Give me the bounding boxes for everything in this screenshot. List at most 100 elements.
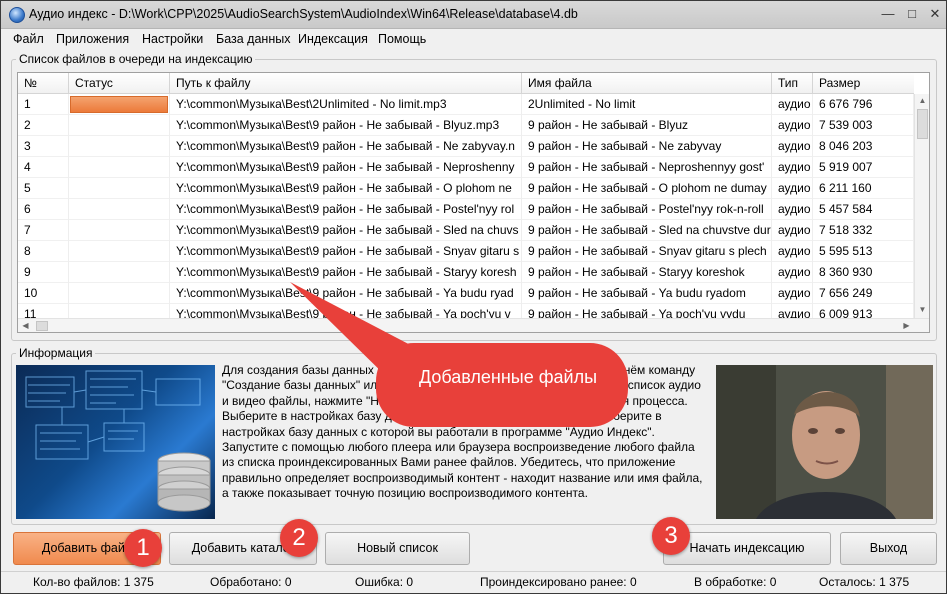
scroll-left-icon[interactable]: ◀ (18, 319, 33, 332)
cell-size: 5 919 007 (813, 157, 914, 178)
in-processing-status: В обработке: 0 (694, 575, 777, 589)
menu-help[interactable]: Помощь (378, 32, 426, 46)
table-row[interactable]: 1 Y:\common\Музыка\Best\2Unlimited - No l… (18, 94, 914, 115)
menu-settings[interactable]: Настройки (142, 32, 203, 46)
menu-bar: Файл Приложения Настройки База данных Ин… (1, 29, 946, 49)
cell-size: 8 360 930 (813, 262, 914, 283)
database-illustration (16, 365, 215, 519)
cell-type: аудио (772, 220, 813, 241)
cell-size: 7 539 003 (813, 115, 914, 136)
callout-text: Добавленные файлы (418, 367, 598, 387)
cell-path: Y:\common\Музыка\Best\9 район - Не забыв… (170, 283, 522, 304)
menu-indexing[interactable]: Индексация (298, 32, 368, 46)
cell-size: 6 211 160 (813, 178, 914, 199)
cell-number: 1 (18, 94, 69, 115)
app-window: Аудио индекс - D:\Work\CPP\2025\AudioSea… (0, 0, 947, 594)
cell-type: аудио (772, 262, 813, 283)
minimize-button[interactable]: — (877, 5, 899, 24)
table-row[interactable]: 7 Y:\common\Музыка\Best\9 район - Не забы… (18, 220, 914, 241)
table-header: № Статус Путь к файлу Имя файла Тип Разм… (18, 73, 914, 94)
cell-status (69, 136, 170, 157)
table-row[interactable]: 2 Y:\common\Музыка\Best\9 район - Не забы… (18, 115, 914, 136)
col-number-header[interactable]: № (18, 73, 69, 94)
menu-database[interactable]: База данных (216, 32, 290, 46)
cell-path: Y:\common\Музыка\Best\9 район - Не забыв… (170, 157, 522, 178)
cell-size: 7 656 249 (813, 283, 914, 304)
close-button[interactable]: ✕ (924, 5, 946, 24)
database-icon (25, 370, 211, 512)
maximize-button[interactable]: □ (901, 5, 923, 24)
new-list-button[interactable]: Новый список (325, 532, 470, 565)
table-row[interactable]: 5 Y:\common\Музыка\Best\9 район - Не забы… (18, 178, 914, 199)
cell-filename: 9 район - Не забывай - Ya budu ryadom (522, 283, 772, 304)
cell-type: аудио (772, 115, 813, 136)
table-row[interactable]: 4 Y:\common\Музыка\Best\9 район - Не забы… (18, 157, 914, 178)
cell-path: Y:\common\Музыка\Best\9 район - Не забыв… (170, 241, 522, 262)
cell-status (69, 220, 170, 241)
indexed-before-status: Проиндексировано ранее: 0 (480, 575, 637, 589)
col-type-header[interactable]: Тип (772, 73, 813, 94)
cell-filename: 9 район - Не забывай - Sled na chuvstve … (522, 220, 772, 241)
cell-path: Y:\common\Музыка\Best\2Unlimited - No li… (170, 94, 522, 115)
vertical-scroll-thumb[interactable] (917, 109, 928, 139)
table-row[interactable]: 8 Y:\common\Музыка\Best\9 район - Не забы… (18, 241, 914, 262)
cell-path: Y:\common\Музыка\Best\9 район - Не забыв… (170, 115, 522, 136)
col-path-header[interactable]: Путь к файлу (170, 73, 522, 94)
cell-number: 6 (18, 199, 69, 220)
cell-size: 7 518 332 (813, 220, 914, 241)
window-title: Аудио индекс - D:\Work\CPP\2025\AudioSea… (29, 7, 578, 21)
vertical-scrollbar[interactable]: ▲ ▼ (914, 94, 929, 318)
marker-3: 3 (652, 517, 690, 555)
cell-status (69, 94, 170, 115)
cell-filename: 9 район - Не забывай - Snyav gitaru s pl… (522, 241, 772, 262)
processed-status: Обработано: 0 (210, 575, 292, 589)
table-row[interactable]: 3 Y:\common\Музыка\Best\9 район - Не забы… (18, 136, 914, 157)
cell-filename: 9 район - Не забывай - Staryy koreshok (522, 262, 772, 283)
scroll-right-icon[interactable]: ▶ (899, 319, 914, 332)
col-size-header[interactable]: Размер (813, 73, 914, 94)
cell-type: аудио (772, 199, 813, 220)
menu-applications[interactable]: Приложения (56, 32, 129, 46)
cell-path: Y:\common\Музыка\Best\9 район - Не забыв… (170, 199, 522, 220)
remaining-status: Осталось: 1 375 (819, 575, 910, 589)
files-count-status: Кол-во файлов: 1 375 (33, 575, 154, 589)
cell-size: 6 676 796 (813, 94, 914, 115)
info-group-title: Информация (16, 346, 96, 360)
status-bar: Кол-во файлов: 1 375 Обработано: 0 Ошибк… (1, 571, 946, 593)
cell-filename: 9 район - Не забывай - Postel'nyy rok-n-… (522, 199, 772, 220)
exit-button[interactable]: Выход (840, 532, 937, 565)
cell-type: аудио (772, 136, 813, 157)
file-queue-table[interactable]: № Статус Путь к файлу Имя файла Тип Разм… (17, 72, 930, 333)
horizontal-scrollbar[interactable]: ◀ ▶ (18, 318, 929, 332)
scroll-down-icon[interactable]: ▼ (915, 303, 929, 317)
col-filename-header[interactable]: Имя файла (522, 73, 772, 94)
cell-status (69, 157, 170, 178)
app-icon (9, 7, 25, 23)
cell-type: аудио (772, 283, 813, 304)
cell-filename: 9 район - Не забывай - Neproshennyy gost… (522, 157, 772, 178)
marker-1: 1 (124, 529, 162, 567)
marker-2: 2 (280, 519, 318, 557)
cell-filename: 2Unlimited - No limit (522, 94, 772, 115)
cell-type: аудио (772, 94, 813, 115)
title-bar[interactable]: Аудио индекс - D:\Work\CPP\2025\AudioSea… (1, 1, 946, 29)
errors-status: Ошибка: 0 (355, 575, 414, 589)
cell-status (69, 199, 170, 220)
cell-size: 5 457 584 (813, 199, 914, 220)
webcam-photo (716, 365, 933, 519)
status-progress-indicator (70, 96, 168, 113)
cell-status (69, 241, 170, 262)
table-row[interactable]: 10 Y:\common\Музыка\Best\9 район - Не заб… (18, 283, 914, 304)
cell-number: 4 (18, 157, 69, 178)
menu-file[interactable]: Файл (13, 32, 44, 46)
table-row[interactable]: 9 Y:\common\Музыка\Best\9 район - Не забы… (18, 262, 914, 283)
scroll-up-icon[interactable]: ▲ (915, 94, 929, 108)
horizontal-scroll-thumb[interactable] (36, 321, 48, 331)
cell-filename: 9 район - Не забывай - Ne zabyvay (522, 136, 772, 157)
cell-path: Y:\common\Музыка\Best\9 район - Не забыв… (170, 136, 522, 157)
cell-status (69, 283, 170, 304)
col-status-header[interactable]: Статус (69, 73, 170, 94)
cell-size: 8 046 203 (813, 136, 914, 157)
cell-filename: 9 район - Не забывай - O plohom ne dumay (522, 178, 772, 199)
table-row[interactable]: 6 Y:\common\Музыка\Best\9 район - Не забы… (18, 199, 914, 220)
